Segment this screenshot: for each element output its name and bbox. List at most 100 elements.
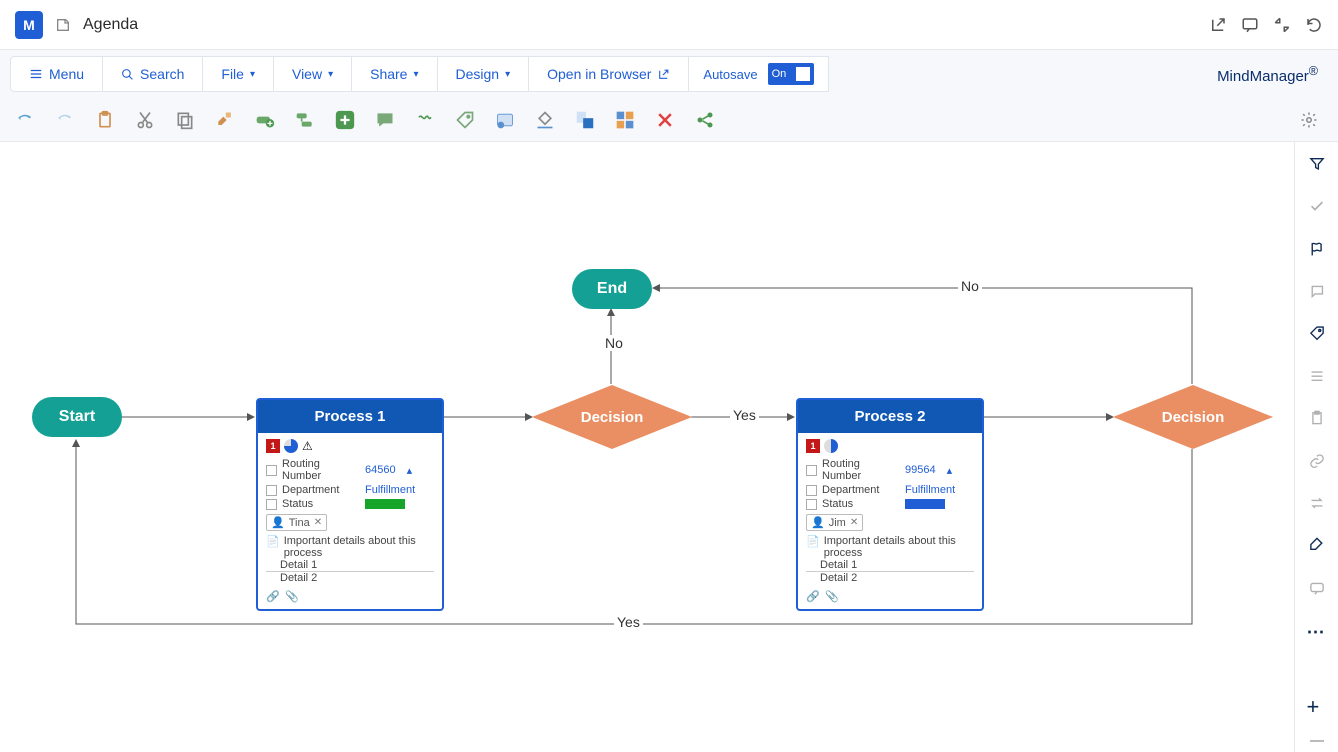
process-2-card[interactable]: Process 2 1 Routing Number99564 ▴ Depart…: [796, 398, 984, 611]
attachment-icon[interactable]: [574, 109, 596, 131]
search-button[interactable]: Search: [102, 56, 203, 92]
edge-no-label: No: [958, 278, 982, 294]
delete-icon[interactable]: [654, 109, 676, 131]
file-button[interactable]: File▾: [202, 56, 274, 92]
person-icon: 👤: [811, 516, 825, 529]
filter-icon[interactable]: [1307, 156, 1327, 172]
autosave-toggle[interactable]: On: [768, 63, 814, 85]
undo-icon[interactable]: [14, 109, 36, 131]
assignee-chip[interactable]: 👤Tina✕: [266, 514, 327, 531]
field-icon: [806, 485, 817, 496]
layout-icon[interactable]: [614, 109, 636, 131]
tag-icon[interactable]: [454, 109, 476, 131]
swap-icon[interactable]: [1307, 495, 1327, 511]
edge-yes-label: Yes: [730, 407, 759, 423]
brand-label: MindManager®: [1217, 64, 1338, 85]
note-title: Important details about this process: [284, 535, 434, 559]
copy-icon[interactable]: [174, 109, 196, 131]
attachment-icon[interactable]: 📎: [825, 590, 838, 603]
pen-icon[interactable]: [1307, 537, 1327, 553]
app-logo[interactable]: M: [15, 11, 43, 39]
document-title: Agenda: [83, 16, 138, 34]
decision-node-2[interactable]: Decision: [1113, 385, 1273, 449]
start-node[interactable]: Start: [32, 397, 122, 437]
comment-icon[interactable]: [1241, 16, 1259, 34]
assignee-chip[interactable]: 👤 Jim ✕: [806, 514, 863, 531]
tag-rail-icon[interactable]: [1307, 325, 1327, 341]
hamburger-icon: [29, 67, 43, 81]
external-link-icon[interactable]: [1209, 16, 1227, 34]
remove-icon[interactable]: ✕: [850, 517, 858, 528]
search-icon: [121, 68, 134, 81]
list-icon[interactable]: [1307, 368, 1327, 384]
note-detail: Detail 1: [806, 559, 974, 571]
title-bar: M Agenda: [0, 0, 1338, 50]
search-label: Search: [140, 66, 184, 82]
comment-rail-icon[interactable]: [1307, 283, 1327, 299]
callout-icon[interactable]: [374, 109, 396, 131]
autosave-label: Autosave: [703, 67, 757, 82]
process-1-card[interactable]: Process 1 1 ⚠ Routing Number64560 ▴ Depa…: [256, 398, 444, 611]
open-browser-button[interactable]: Open in Browser: [528, 56, 689, 92]
edge-yes-label: Yes: [614, 614, 643, 630]
chevron-down-icon: ▾: [250, 69, 255, 80]
settings-icon[interactable]: [1298, 109, 1320, 131]
dept-value: Fulfillment: [905, 484, 955, 496]
priority-badge: 1: [806, 439, 820, 453]
more-icon[interactable]: ⋯: [1307, 622, 1327, 642]
flag-icon[interactable]: [1307, 241, 1327, 257]
right-rail: ⋯ +: [1294, 142, 1338, 752]
add-topic-icon[interactable]: [254, 109, 276, 131]
flowchart-canvas[interactable]: Start End Decision Decision No Yes No Ye…: [0, 142, 1294, 752]
routing-label: Routing Number: [282, 458, 360, 482]
clipboard-icon[interactable]: [1307, 410, 1327, 426]
add-node-icon[interactable]: [334, 109, 356, 131]
note-detail: Detail 1: [266, 559, 434, 571]
decision-node-1[interactable]: Decision: [532, 385, 692, 449]
status-label: Status: [822, 498, 900, 510]
design-button[interactable]: Design▾: [437, 56, 530, 92]
link-icon[interactable]: 🔗: [266, 590, 279, 603]
divider-icon: [1310, 740, 1324, 742]
field-icon: [806, 499, 817, 510]
share-label: Share: [370, 66, 407, 82]
add-icon[interactable]: +: [1307, 694, 1327, 714]
add-subtopic-icon[interactable]: [294, 109, 316, 131]
field-icon: [266, 485, 277, 496]
design-label: Design: [456, 66, 500, 82]
end-node[interactable]: End: [572, 269, 652, 309]
note-detail: Detail 2: [266, 571, 434, 584]
cut-icon[interactable]: [134, 109, 156, 131]
relationship-icon[interactable]: [414, 109, 436, 131]
menu-button[interactable]: Menu: [10, 56, 103, 92]
share-icon[interactable]: [694, 109, 716, 131]
autosave-control[interactable]: Autosave On: [688, 56, 828, 92]
remove-icon[interactable]: ✕: [314, 517, 322, 528]
format-painter-icon[interactable]: [214, 109, 236, 131]
collapse-icon[interactable]: [1273, 16, 1291, 34]
chat-icon[interactable]: [1307, 580, 1327, 596]
boundary-icon[interactable]: [494, 109, 516, 131]
dept-label: Department: [822, 484, 900, 496]
assignee-name: Jim: [829, 517, 846, 529]
caret-up-icon[interactable]: ▴: [947, 464, 953, 477]
view-button[interactable]: View▾: [273, 56, 352, 92]
field-icon: [266, 499, 277, 510]
toggle-on-label: On: [772, 68, 787, 80]
note-title: Important details about this process: [824, 535, 974, 559]
check-icon[interactable]: [1307, 198, 1327, 214]
caret-up-icon[interactable]: ▴: [407, 464, 413, 477]
note-icon: 📄: [806, 535, 820, 559]
redo-icon[interactable]: [54, 109, 76, 131]
status-label: Status: [282, 498, 360, 510]
link-icon[interactable]: 🔗: [806, 590, 819, 603]
toggle-knob: [796, 67, 810, 81]
attachment-icon[interactable]: 📎: [285, 590, 298, 603]
fill-icon[interactable]: [534, 109, 556, 131]
link-rail-icon[interactable]: [1307, 453, 1327, 469]
share-button[interactable]: Share▾: [351, 56, 437, 92]
icon-toolbar: [0, 98, 1338, 142]
paste-icon[interactable]: [94, 109, 116, 131]
refresh-icon[interactable]: [1305, 16, 1323, 34]
decision-label: Decision: [1162, 409, 1225, 426]
